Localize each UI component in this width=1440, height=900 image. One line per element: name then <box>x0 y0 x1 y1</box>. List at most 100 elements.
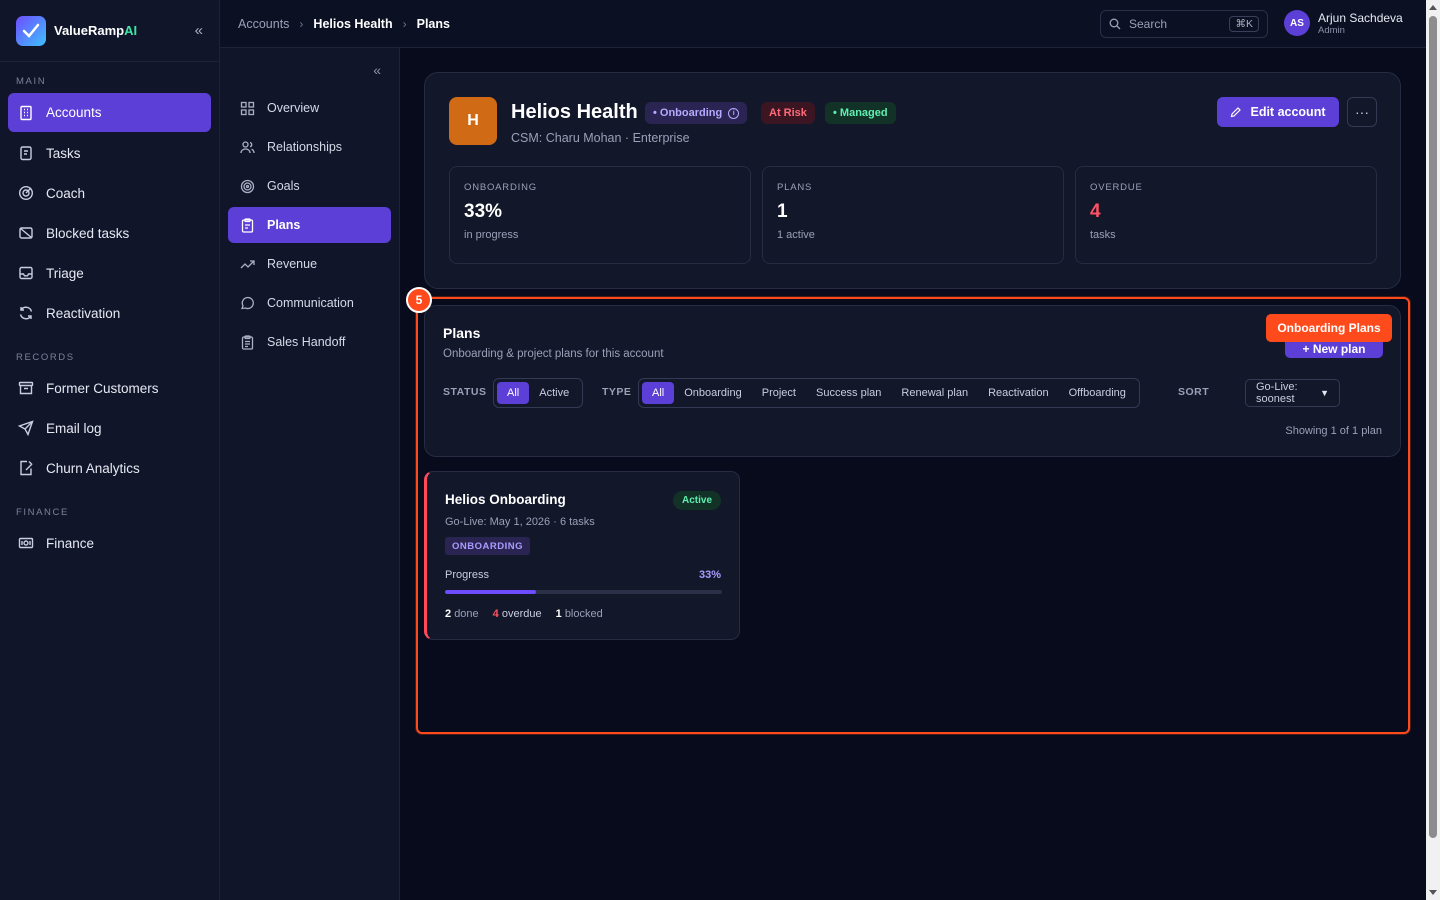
avatar: AS <box>1284 10 1310 36</box>
search-placeholder: Search <box>1129 17 1168 31</box>
search-input[interactable]: Search ⌘K <box>1100 10 1268 38</box>
scrollbar-thumb[interactable] <box>1429 16 1437 838</box>
nav-label: Finance <box>46 535 95 551</box>
nav-label: Email log <box>46 420 102 436</box>
stat-note: in progress <box>464 229 519 241</box>
nav-item-email-log[interactable]: Email log <box>8 409 211 447</box>
subnav-item-revenue[interactable]: Revenue <box>228 246 391 282</box>
chevron-right-icon: › <box>299 16 304 31</box>
account-avatar: H <box>449 97 497 145</box>
brand-name: ValueRampAI <box>54 23 138 38</box>
risk-badge: At Risk <box>761 102 815 124</box>
section-label-records: RECORDS <box>16 352 75 363</box>
stage-badge[interactable]: • Onboarding i <box>645 102 748 124</box>
nav-item-finance[interactable]: Finance <box>8 524 211 562</box>
nav-item-reactivation[interactable]: Reactivation <box>8 294 211 332</box>
collapse-sidebar-icon[interactable]: « <box>195 22 203 39</box>
managed-badge: • Managed <box>825 102 896 124</box>
stat-card-plans: PLANS 1 1 active <box>762 166 1064 264</box>
account-subtitle: CSM: Charu Mohan · Enterprise <box>511 131 690 145</box>
info-icon: i <box>728 107 740 119</box>
stat-value: 1 <box>777 201 788 222</box>
search-icon <box>1109 18 1121 30</box>
stat-value: 4 <box>1090 201 1101 222</box>
nav-label: Former Customers <box>46 380 159 396</box>
chevron-right-icon: › <box>402 16 407 31</box>
scrollbar[interactable] <box>1426 0 1440 900</box>
stat-note: 1 active <box>777 229 815 241</box>
clipboard-list-icon <box>240 334 255 350</box>
nav-label: Reactivation <box>46 305 121 321</box>
stat-note: tasks <box>1090 229 1116 241</box>
subnav-label: Overview <box>267 101 320 115</box>
user-name: Arjun Sachdeva <box>1318 10 1403 25</box>
breadcrumb-current: Plans <box>416 16 450 31</box>
stat-label: ONBOARDING <box>464 182 537 193</box>
user-menu[interactable]: AS Arjun Sachdeva Admin <box>1284 10 1403 36</box>
archive-icon <box>18 380 34 396</box>
highlight-box <box>416 297 1410 734</box>
breadcrumb-account[interactable]: Helios Health <box>313 17 392 31</box>
stat-value: 33% <box>464 201 503 222</box>
nav-label: Coach <box>46 185 86 201</box>
clipboard-icon <box>240 217 255 233</box>
section-label-finance: FINANCE <box>16 507 69 518</box>
target-icon <box>18 185 34 201</box>
sidebar: ValueRampAI « MAIN Accounts Tasks Coach … <box>0 0 220 900</box>
nav-item-accounts[interactable]: Accounts <box>8 93 211 132</box>
trend-icon <box>240 257 255 272</box>
stat-card-onboarding: ONBOARDING 33% in progress <box>449 166 751 264</box>
breadcrumb: Accounts › Helios Health › Plans <box>238 17 450 31</box>
stage-badge-label: • Onboarding <box>653 107 723 119</box>
collapse-subnav-icon[interactable]: « <box>373 62 381 78</box>
brand: ValueRampAI « <box>0 0 219 62</box>
nav-item-coach[interactable]: Coach <box>8 174 211 212</box>
nav-item-former-customers[interactable]: Former Customers <box>8 369 211 407</box>
blocked-icon <box>18 225 34 241</box>
scroll-up-arrow-icon[interactable] <box>1429 5 1437 10</box>
stat-card-overdue: OVERDUE 4 tasks <box>1075 166 1377 264</box>
subnav-label: Relationships <box>267 140 343 154</box>
users-icon <box>240 140 255 155</box>
subnav-item-plans[interactable]: Plans <box>228 207 391 243</box>
nav-item-tasks[interactable]: Tasks <box>8 134 211 172</box>
target-icon <box>240 179 255 194</box>
subnav-label: Goals <box>267 179 300 193</box>
stat-label: PLANS <box>777 182 813 193</box>
edit-account-button[interactable]: Edit account <box>1217 97 1339 127</box>
scroll-down-arrow-icon[interactable] <box>1429 890 1437 895</box>
highlight-number: 5 <box>406 287 432 313</box>
account-name: Helios Health <box>511 101 638 123</box>
grid-icon <box>240 101 255 116</box>
subnav-item-overview[interactable]: Overview <box>228 90 391 126</box>
account-header-card: H Helios Health • Onboarding i At Risk •… <box>424 72 1401 289</box>
nav-item-churn-analytics[interactable]: Churn Analytics <box>8 449 211 487</box>
user-role: Admin <box>1318 24 1345 36</box>
top-bar: Accounts › Helios Health › Plans Search … <box>220 0 1426 48</box>
clipboard-icon <box>18 145 34 161</box>
nav-label: Churn Analytics <box>46 460 140 476</box>
pencil-icon <box>1231 107 1242 118</box>
stat-label: OVERDUE <box>1090 182 1143 193</box>
nav-item-triage[interactable]: Triage <box>8 254 211 292</box>
subnav-item-relationships[interactable]: Relationships <box>228 129 391 165</box>
search-shortcut: ⌘K <box>1229 16 1259 32</box>
nav-label: Tasks <box>46 145 81 161</box>
highlight-label: Onboarding Plans <box>1266 314 1392 342</box>
building-icon <box>18 105 34 121</box>
breadcrumb-accounts[interactable]: Accounts <box>238 17 289 31</box>
subnav-item-sales-handoff[interactable]: Sales Handoff <box>228 324 391 360</box>
nav-item-blocked-tasks[interactable]: Blocked tasks <box>8 214 211 252</box>
brand-logo[interactable] <box>16 15 46 46</box>
refresh-icon <box>18 305 34 321</box>
chat-icon <box>240 296 255 311</box>
subnav-label: Plans <box>267 218 301 232</box>
subnav-item-communication[interactable]: Communication <box>228 285 391 321</box>
subnav-label: Communication <box>267 296 354 310</box>
account-subnav: « Overview Relationships Goals Plans Rev… <box>220 48 400 900</box>
more-options-button[interactable]: ··· <box>1347 97 1377 127</box>
inbox-icon <box>18 265 34 281</box>
subnav-item-goals[interactable]: Goals <box>228 168 391 204</box>
banknote-icon <box>18 535 34 551</box>
nav-label: Accounts <box>46 105 102 120</box>
